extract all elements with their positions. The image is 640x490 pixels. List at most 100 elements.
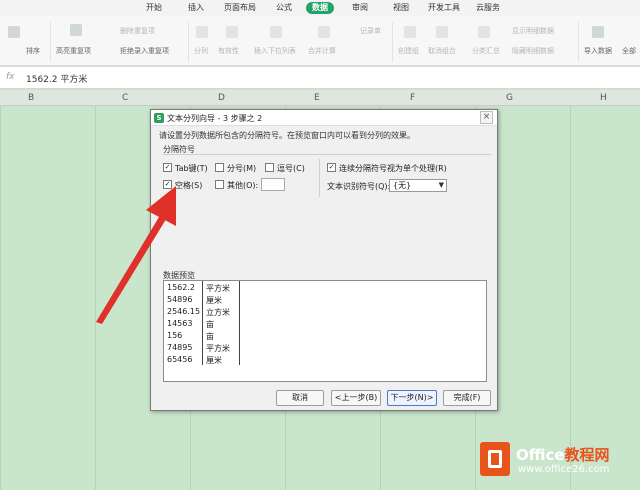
dialog-title: 文本分列向导 - 3 步骤之 2 [167,114,263,123]
preview-cell: 54896 [167,295,193,304]
import-data-icon [592,26,604,38]
text-to-columns-dialog: S 文本分列向导 - 3 步骤之 2 × 请设置分列数据所包含的分隔符号。在预览… [150,109,498,411]
column-header-g[interactable]: G [506,93,513,103]
data-preview[interactable]: 1562.2 54896 2546.15 14563 156 74895 654… [163,280,487,382]
dialog-titlebar[interactable]: S 文本分列向导 - 3 步骤之 2 × [151,110,497,126]
tab-page-layout[interactable]: 页面布局 [218,2,262,14]
column-header: B C D E F G H [0,90,640,106]
subtotal-button[interactable]: 分类汇总 [472,46,500,56]
space-checkbox[interactable]: ✓ [163,180,172,189]
text-qualifier-label: 文本识别符号(Q): [327,182,391,191]
preview-column-2[interactable]: 平方米 厘米 立方米 亩 亩 平方米 厘米 [202,281,240,365]
preview-cell: 14563 [167,319,193,328]
consecutive-checkbox[interactable]: ✓ [327,163,336,172]
validity-button[interactable]: 有效性 [218,46,239,56]
tab-view[interactable]: 视图 [387,2,415,14]
finish-button[interactable]: 完成(F) [443,390,491,406]
fx-icon[interactable]: fx [6,72,15,82]
consecutive-checkbox-label[interactable]: 连续分隔符号视为单个处理(R) [339,163,447,174]
create-group-button[interactable]: 创建组 [398,46,419,56]
tab-checkbox-label[interactable]: Tab键(T) [175,163,208,174]
formula-bar: fx 1562.2 平方米 [0,67,640,89]
preview-cell: 65456 [167,355,193,364]
semicolon-checkbox[interactable] [215,163,224,172]
group-divider [163,154,491,155]
tab-developer[interactable]: 开发工具 [422,2,466,14]
show-detail-button[interactable]: 显示明细数据 [512,26,554,36]
subtotal-icon [478,26,490,38]
column-header-e[interactable]: E [314,93,320,103]
watermark-brand: Office教程网 [516,444,610,465]
sort-button[interactable]: 排序 [26,46,40,56]
watermark-brand-a: Office [516,446,565,464]
back-button[interactable]: <上一步(B) [331,390,381,406]
office-logo-mark [488,450,502,468]
ribbon-separator [188,22,189,62]
tab-home[interactable]: 开始 [140,2,168,14]
ribbon-tabs: 开始 插入 页面布局 公式 数据 审阅 视图 开发工具 云服务 [0,0,640,16]
remove-dup-button[interactable]: 删除重复项 [120,26,155,36]
tab-cloud[interactable]: 云服务 [470,2,506,14]
consolidate-button[interactable]: 合并计算 [308,46,336,56]
insert-dropdown-button[interactable]: 插入下拉列表 [254,46,296,56]
column-header-c[interactable]: C [122,93,128,103]
ribbon-separator [392,22,393,62]
tab-data[interactable]: 数据 [306,2,334,14]
preview-cell: 1562.2 [167,283,195,292]
comma-checkbox[interactable] [265,163,274,172]
other-checkbox[interactable] [215,180,224,189]
close-icon[interactable]: × [480,111,493,124]
other-delimiter-input[interactable] [261,178,285,191]
sort-icon [8,26,20,38]
split-icon [196,26,208,38]
next-button[interactable]: 下一步(N)> [387,390,437,406]
text-qualifier-select[interactable]: {无} ▼ [389,179,447,192]
other-checkbox-label[interactable]: 其他(O): [227,180,258,191]
watermark-brand-b: 教程网 [564,446,610,464]
ungroup-button[interactable]: 取消组合 [428,46,456,56]
preview-column-1[interactable]: 1562.2 54896 2546.15 14563 156 74895 654… [164,281,202,365]
wps-logo-icon: S [154,113,164,123]
space-checkbox-label[interactable]: 空格(S) [175,180,202,191]
create-group-icon [404,26,416,38]
hide-detail-button[interactable]: 隐藏明细数据 [512,46,554,56]
column-header-b[interactable]: B [28,93,34,103]
cancel-button[interactable]: 取消 [276,390,324,406]
consolidate-icon [318,26,330,38]
import-data-button[interactable]: 导入数据 [584,46,612,56]
tab-insert[interactable]: 插入 [182,2,210,14]
column-header-h[interactable]: H [600,93,607,103]
preview-cell: 74895 [167,343,193,352]
tab-checkbox[interactable]: ✓ [163,163,172,172]
tab-review[interactable]: 审阅 [346,2,374,14]
dialog-instruction: 请设置分列数据所包含的分隔符号。在预览窗口内可以看到分列的效果。 [159,131,415,140]
dropdown-icon [270,26,282,38]
preview-cell: 2546.15 [167,307,201,316]
formula-input[interactable]: 1562.2 平方米 [26,72,87,85]
text-qualifier-value: {无} [393,181,412,190]
highlight-dup-button[interactable]: 高亮重复项 [56,46,91,56]
tab-formulas[interactable]: 公式 [270,2,298,14]
group-vertical-divider [319,159,320,197]
all-button[interactable]: 全部 [622,46,636,56]
comma-checkbox-label[interactable]: 逗号(C) [277,163,305,174]
split-button[interactable]: 分列 [194,46,208,56]
preview-cell: 亩 [206,332,214,341]
validity-icon [226,26,238,38]
ribbon-separator [578,22,579,62]
column-header-f[interactable]: F [410,93,415,103]
ribbon-separator [50,22,51,62]
reject-dup-button[interactable]: 拒绝录入重复项 [120,46,169,56]
watermark-url: www.office26.com [518,464,610,475]
ribbon-toolbar: 排序 高亮重复项 删除重复项 拒绝录入重复项 分列 有效性 插入下拉列表 合并计… [0,16,640,66]
preview-cell: 平方米 [206,284,230,293]
ungroup-icon [436,26,448,38]
preview-cell: 平方米 [206,344,230,353]
highlight-dup-icon [70,24,82,36]
preview-cell: 厘米 [206,296,222,305]
preview-cell: 立方米 [206,308,230,317]
record-form-button[interactable]: 记录单 [360,26,381,36]
column-header-d[interactable]: D [218,93,225,103]
preview-cell: 厘米 [206,356,222,365]
semicolon-checkbox-label[interactable]: 分号(M) [227,163,256,174]
